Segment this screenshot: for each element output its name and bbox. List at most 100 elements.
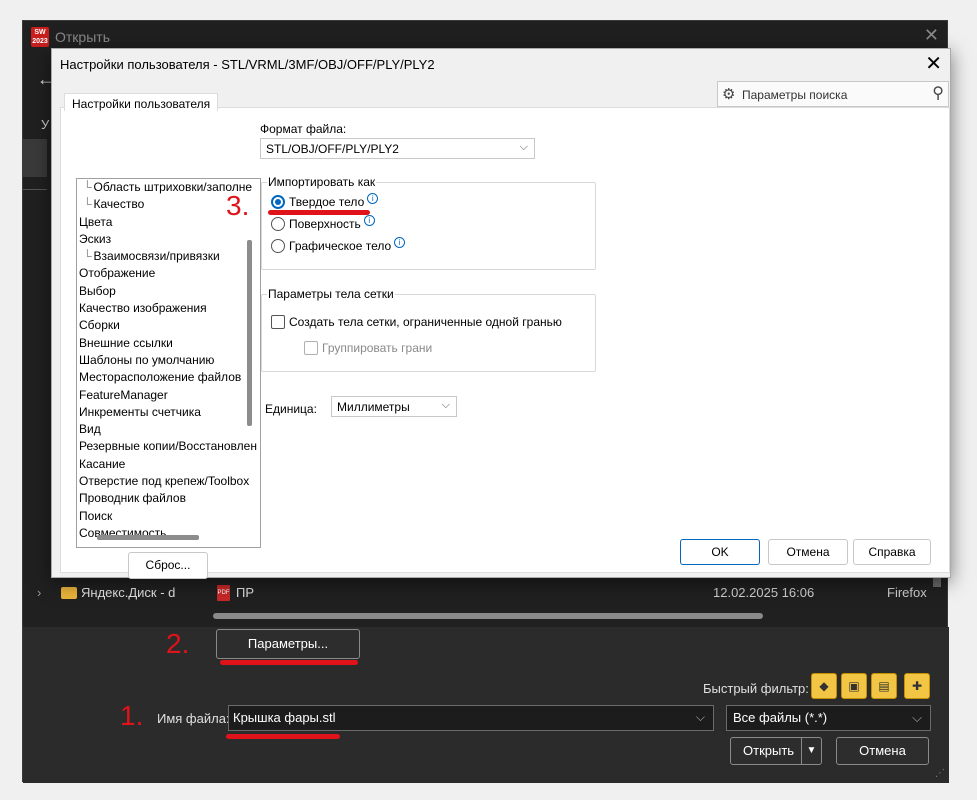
checkbox[interactable] bbox=[271, 315, 285, 329]
search-icon[interactable]: ⚲ bbox=[932, 83, 944, 103]
tree-item[interactable]: Месторасположение файлов bbox=[77, 369, 260, 386]
tree-item[interactable]: Инкременты счетчика bbox=[77, 404, 260, 421]
file-list-row[interactable]: › Яндекс.Диск - d PDF ПР 12.02.2025 16:0… bbox=[23, 581, 949, 607]
annotation-underline-1 bbox=[226, 734, 340, 739]
parameters-button[interactable]: Параметры... bbox=[216, 629, 360, 659]
mesh-params-group: Параметры тела сетки Создать тела сетки,… bbox=[261, 287, 596, 372]
folder-label[interactable]: Яндекс.Диск - d bbox=[81, 585, 175, 600]
tree-item[interactable]: Касание bbox=[77, 456, 260, 473]
chevron-down-icon[interactable]: ⌵ bbox=[442, 399, 450, 412]
chevron-down-icon[interactable]: ⌵ bbox=[696, 710, 705, 725]
outer-close-icon[interactable]: ✕ bbox=[924, 25, 939, 46]
filter-assemblies-icon[interactable]: ▣ bbox=[841, 673, 867, 699]
search-options-input[interactable]: ⚙ Параметры поиска ⚲ bbox=[717, 81, 949, 107]
scrollbar-thumb[interactable] bbox=[933, 577, 941, 587]
inner-close-icon[interactable]: ✕ bbox=[925, 51, 942, 76]
outer-title: Открыть bbox=[55, 29, 110, 45]
tree-horizontal-scrollbar[interactable] bbox=[97, 535, 199, 540]
bottom-panel: Параметры... Быстрый фильтр: ◆ ▣ ▤ ✚ Имя… bbox=[23, 627, 949, 783]
tree-item[interactable]: Проводник файлов bbox=[77, 490, 260, 507]
radio-surface[interactable]: Поверхность i bbox=[271, 214, 375, 231]
radio-graphics-body[interactable]: Графическое тело i bbox=[271, 236, 406, 253]
unit-value: Миллиметры bbox=[337, 400, 410, 414]
checkbox-label: Группировать грани bbox=[322, 341, 433, 355]
tree-item[interactable]: Поиск bbox=[77, 508, 260, 525]
file-type-cell: Firefox bbox=[887, 585, 927, 600]
tree-item[interactable]: Выбор bbox=[77, 283, 260, 300]
horizontal-scrollbar[interactable] bbox=[213, 613, 763, 619]
file-format-value: STL/OBJ/OFF/PLY/PLY2 bbox=[266, 142, 399, 156]
tree-item[interactable]: Отверстие под крепеж/Toolbox bbox=[77, 473, 260, 490]
chevron-down-icon[interactable]: ⌵ bbox=[520, 141, 528, 154]
ok-button[interactable]: OK bbox=[680, 539, 760, 565]
info-icon[interactable]: i bbox=[394, 236, 406, 248]
help-button[interactable]: Справка bbox=[853, 539, 931, 565]
radio-solid-body[interactable]: Твердое тело i bbox=[271, 192, 379, 209]
tree-item[interactable]: Резервные копии/Восстановлен bbox=[77, 438, 260, 455]
file-type-select[interactable]: Все файлы (*.*) ⌵ bbox=[726, 705, 931, 731]
info-icon[interactable]: i bbox=[363, 214, 375, 226]
file-format-select[interactable]: STL/OBJ/OFF/PLY/PLY2 ⌵ bbox=[260, 138, 535, 159]
settings-tree[interactable]: Область штриховки/заполнеКачествоЦветаЭс… bbox=[76, 178, 261, 548]
inner-title: Настройки пользователя - STL/VRML/3MF/OB… bbox=[60, 57, 435, 72]
outer-cancel-button[interactable]: Отмена bbox=[836, 737, 929, 765]
reset-button[interactable]: Сброс... bbox=[128, 552, 208, 579]
radio-button[interactable] bbox=[271, 239, 285, 253]
open-button-label: Открыть bbox=[743, 743, 795, 758]
checkbox-create-mesh-bodies[interactable]: Создать тела сетки, ограниченные одной г… bbox=[271, 315, 562, 329]
user-settings-dialog: Настройки пользователя - STL/VRML/3MF/OB… bbox=[51, 48, 951, 579]
search-placeholder: Параметры поиска bbox=[742, 88, 848, 102]
chevron-down-icon[interactable]: ⌵ bbox=[912, 710, 922, 726]
unit-select[interactable]: Миллиметры ⌵ bbox=[331, 396, 457, 417]
tree-item[interactable]: Качество изображения bbox=[77, 300, 260, 317]
annotation-underline-2 bbox=[220, 660, 358, 665]
tree-item[interactable]: Отображение bbox=[77, 265, 260, 282]
side-letter: У bbox=[41, 117, 50, 132]
annotation-step-3: 3. bbox=[226, 190, 250, 221]
solidworks-logo-icon: SW 2023 bbox=[31, 27, 49, 47]
file-type-value: Все файлы (*.*) bbox=[733, 710, 828, 725]
tree-item[interactable]: Шаблоны по умолчанию bbox=[77, 352, 260, 369]
side-nav-item[interactable] bbox=[23, 139, 47, 177]
annotation-underline-3 bbox=[268, 210, 370, 215]
folder-icon bbox=[61, 587, 77, 599]
resize-grip-icon[interactable]: ⋰ bbox=[935, 768, 945, 779]
radio-label: Графическое тело bbox=[289, 239, 392, 253]
annotation-step-2: 2. bbox=[166, 628, 190, 659]
pdf-file-icon: PDF bbox=[217, 585, 230, 601]
chevron-right-icon[interactable]: › bbox=[37, 585, 41, 600]
tree-item[interactable]: Взаимосвязи/привязки bbox=[77, 248, 260, 265]
checkbox-label: Создать тела сетки, ограниченные одной г… bbox=[289, 315, 562, 329]
filter-parts-icon[interactable]: ◆ bbox=[811, 673, 837, 699]
import-as-title: Импортировать как bbox=[267, 175, 377, 189]
info-icon[interactable]: i bbox=[367, 192, 379, 204]
tree-item[interactable]: Внешние ссылки bbox=[77, 335, 260, 352]
radio-button[interactable] bbox=[271, 217, 285, 231]
file-format-label: Формат файла: bbox=[260, 122, 347, 136]
tab-user-settings[interactable]: Настройки пользователя bbox=[64, 93, 219, 111]
tree-item[interactable]: Вид bbox=[77, 421, 260, 438]
file-name-value: Крышка фары.stl bbox=[233, 710, 336, 725]
checkbox-disabled bbox=[304, 341, 318, 355]
filter-drawings-icon[interactable]: ▤ bbox=[871, 673, 897, 699]
annotation-step-1: 1. bbox=[120, 700, 144, 731]
filter-top-level-icon[interactable]: ✚ bbox=[904, 673, 930, 699]
tree-item[interactable]: Эскиз bbox=[77, 231, 260, 248]
checkbox-group-faces: Группировать грани bbox=[304, 341, 432, 355]
tree-item[interactable]: Сборки bbox=[77, 317, 260, 334]
file-name-cell[interactable]: ПР bbox=[236, 585, 254, 600]
radio-label: Поверхность bbox=[289, 217, 361, 231]
open-dropdown-icon[interactable]: ▼ bbox=[801, 738, 821, 764]
tree-item[interactable]: FeatureManager bbox=[77, 387, 260, 404]
radio-button-selected[interactable] bbox=[271, 195, 285, 209]
mesh-params-title: Параметры тела сетки bbox=[267, 287, 395, 301]
cancel-button[interactable]: Отмена bbox=[768, 539, 848, 565]
open-button[interactable]: Открыть ▼ bbox=[730, 737, 822, 765]
tree-vertical-scrollbar[interactable] bbox=[247, 240, 252, 426]
unit-label: Единица: bbox=[265, 402, 317, 416]
divider bbox=[23, 189, 47, 190]
file-name-label: Имя файла: bbox=[157, 711, 230, 726]
file-name-input[interactable]: Крышка фары.stl ⌵ bbox=[228, 705, 714, 731]
import-as-group: Импортировать как Твердое тело i Поверхн… bbox=[261, 175, 596, 270]
quick-filter-label: Быстрый фильтр: bbox=[703, 681, 809, 696]
